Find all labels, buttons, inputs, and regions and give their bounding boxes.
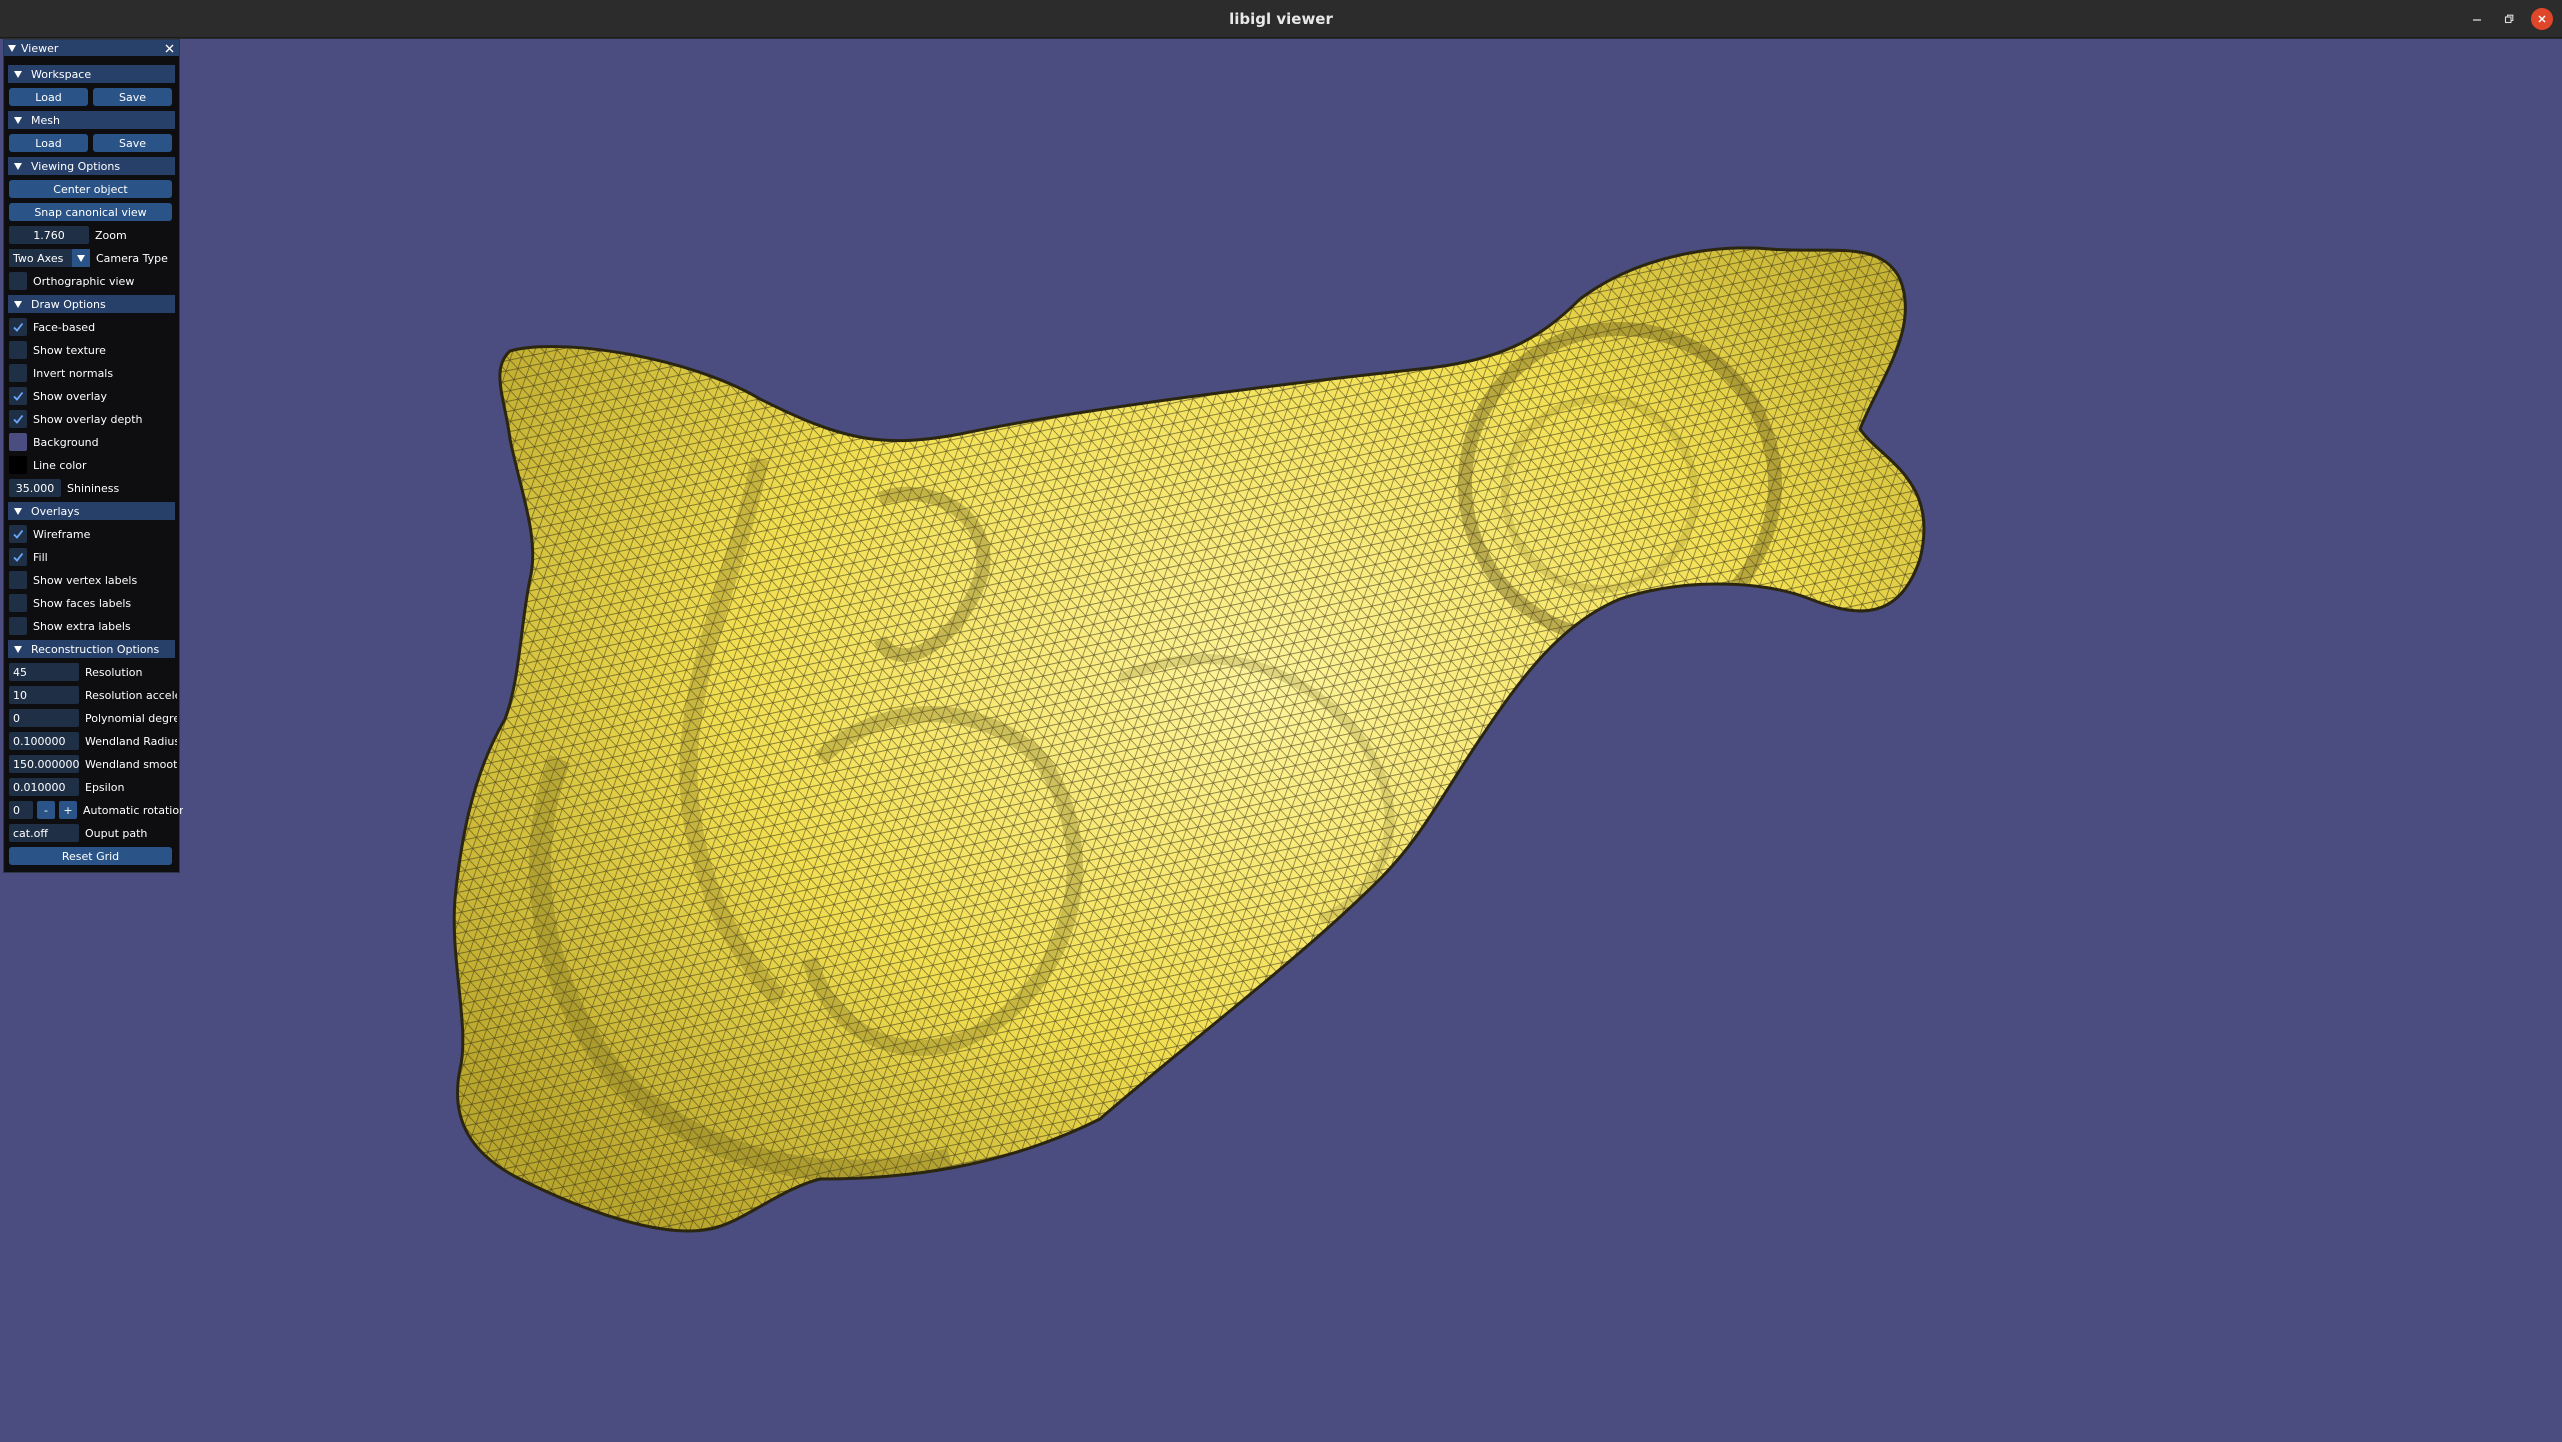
camera-type-value: Two Axes xyxy=(9,249,72,267)
fill-label: Fill xyxy=(33,550,48,564)
restore-button[interactable] xyxy=(2498,8,2520,30)
show-overlay-depth-label: Show overlay depth xyxy=(33,412,143,426)
mesh-header[interactable]: Mesh xyxy=(8,111,175,129)
face-based-checkbox[interactable] xyxy=(9,318,27,336)
show-extra-labels-label: Show extra labels xyxy=(33,619,131,633)
zoom-label: Zoom xyxy=(95,228,127,242)
panel-title-bar[interactable]: Viewer xyxy=(4,40,179,56)
show-vertex-labels-checkbox[interactable] xyxy=(9,571,27,589)
background-label: Background xyxy=(33,435,99,449)
fill-checkbox[interactable] xyxy=(9,548,27,566)
reset-grid-button[interactable]: Reset Grid xyxy=(9,847,172,865)
polynomial-degree-label: Polynomial degree xyxy=(85,711,177,725)
epsilon-input[interactable]: 0.010000 xyxy=(9,778,79,796)
restore-icon xyxy=(2504,14,2514,24)
output-path-label: Ouput path xyxy=(85,826,148,840)
show-texture-checkbox[interactable] xyxy=(9,341,27,359)
face-based-label: Face-based xyxy=(33,320,96,334)
close-icon xyxy=(165,44,173,52)
workspace-header[interactable]: Workspace xyxy=(8,65,175,83)
panel-close-button[interactable] xyxy=(162,41,176,55)
wendland-radius-input[interactable]: 0.100000 xyxy=(9,732,79,750)
zoom-input[interactable]: 1.760 xyxy=(9,226,89,244)
show-overlay-label: Show overlay xyxy=(33,389,108,403)
wendland-smooth-label: Wendland smooth xyxy=(85,757,177,771)
line-color-label: Line color xyxy=(33,458,87,472)
minimize-button[interactable] xyxy=(2466,8,2488,30)
shininess-input[interactable]: 35.000 xyxy=(9,479,61,497)
invert-normals-label: Invert normals xyxy=(33,366,114,380)
check-icon xyxy=(13,529,24,539)
resolution-acceler-label: Resolution acceler xyxy=(85,688,177,702)
viewing-options-header[interactable]: Viewing Options xyxy=(8,157,175,175)
show-extra-labels-checkbox[interactable] xyxy=(9,617,27,635)
wireframe-label: Wireframe xyxy=(33,527,91,541)
show-faces-labels-checkbox[interactable] xyxy=(9,594,27,612)
overlays-header[interactable]: Overlays xyxy=(8,502,175,520)
wendland-smooth-input[interactable]: 150.000000 xyxy=(9,755,79,773)
workspace-load-button[interactable]: Load xyxy=(9,88,88,106)
show-texture-label: Show texture xyxy=(33,343,106,357)
show-faces-labels-label: Show faces labels xyxy=(33,596,132,610)
rotation-decrement-button[interactable]: - xyxy=(37,801,55,819)
show-overlay-checkbox[interactable] xyxy=(9,387,27,405)
expand-triangle-icon xyxy=(14,70,22,78)
resolution-input[interactable]: 45 xyxy=(9,663,79,681)
close-window-button[interactable] xyxy=(2531,8,2553,30)
wireframe-checkbox[interactable] xyxy=(9,525,27,543)
rotation-increment-button[interactable]: + xyxy=(59,801,77,819)
expand-triangle-icon xyxy=(14,507,22,515)
workspace-save-button[interactable]: Save xyxy=(93,88,172,106)
window-title: libigl viewer xyxy=(1229,10,1333,28)
camera-type-label: Camera Type xyxy=(96,251,168,265)
shininess-label: Shininess xyxy=(67,481,120,495)
snap-canonical-view-button[interactable]: Snap canonical view xyxy=(9,203,172,221)
check-icon xyxy=(13,322,24,332)
camera-type-select[interactable]: Two Axes xyxy=(9,249,90,267)
collapse-triangle-icon[interactable] xyxy=(8,44,16,52)
expand-triangle-icon xyxy=(14,300,22,308)
reconstruction-options-header[interactable]: Reconstruction Options xyxy=(8,640,175,658)
rotation-input[interactable]: 0 xyxy=(9,801,33,819)
line-color-swatch[interactable] xyxy=(9,456,27,474)
background-color-swatch[interactable] xyxy=(9,433,27,451)
close-icon xyxy=(2538,15,2546,23)
panel-title: Viewer xyxy=(21,41,59,55)
check-icon xyxy=(13,391,24,401)
resolution-acceler-input[interactable]: 10 xyxy=(9,686,79,704)
orthographic-label: Orthographic view xyxy=(33,274,135,288)
show-vertex-labels-label: Show vertex labels xyxy=(33,573,138,587)
show-overlay-depth-checkbox[interactable] xyxy=(9,410,27,428)
center-object-button[interactable]: Center object xyxy=(9,180,172,198)
output-path-input[interactable]: cat.off xyxy=(9,824,79,842)
orthographic-checkbox[interactable] xyxy=(9,272,27,290)
expand-triangle-icon xyxy=(14,645,22,653)
check-icon xyxy=(13,552,24,562)
title-bar: libigl viewer xyxy=(0,0,2562,38)
invert-normals-checkbox[interactable] xyxy=(9,364,27,382)
dropdown-arrow-icon[interactable] xyxy=(72,249,90,267)
mesh-load-button[interactable]: Load xyxy=(9,134,88,152)
rotation-label: Automatic rotation xyxy=(83,803,183,817)
wendland-radius-label: Wendland Radius xyxy=(85,734,177,748)
expand-triangle-icon xyxy=(14,162,22,170)
minimize-icon xyxy=(2473,19,2481,21)
resolution-label: Resolution xyxy=(85,665,143,679)
3d-viewport[interactable] xyxy=(0,39,2562,1442)
check-icon xyxy=(13,414,24,424)
mesh-render xyxy=(452,246,1926,1233)
draw-options-header[interactable]: Draw Options xyxy=(8,295,175,313)
polynomial-degree-input[interactable]: 0 xyxy=(9,709,79,727)
expand-triangle-icon xyxy=(14,116,22,124)
epsilon-label: Epsilon xyxy=(85,780,125,794)
viewer-panel: Viewer Workspace Load Save Mesh Load Sav… xyxy=(3,39,183,873)
mesh-save-button[interactable]: Save xyxy=(93,134,172,152)
